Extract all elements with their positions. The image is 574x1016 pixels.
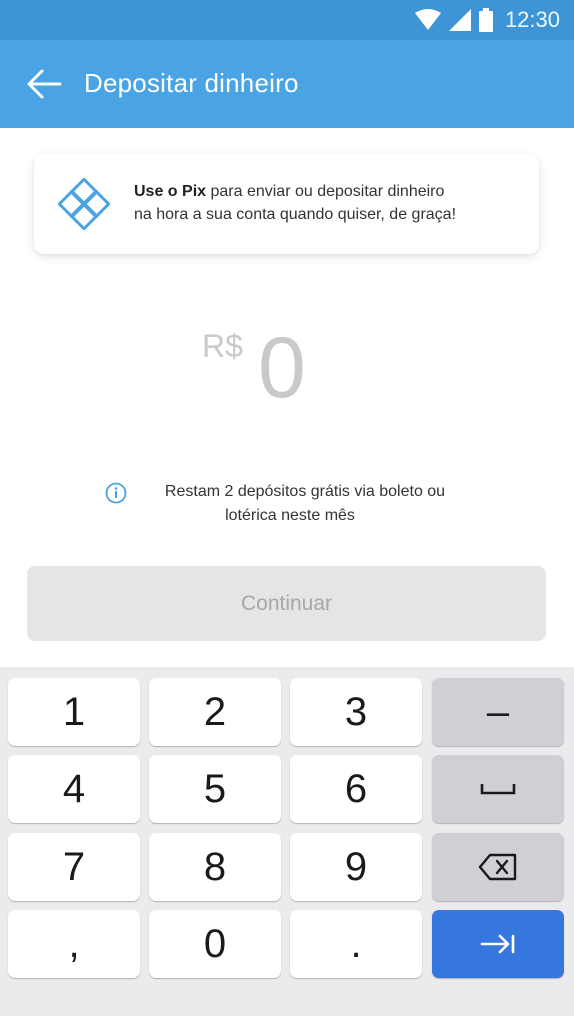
pix-info-bold: Use o Pix [134,183,207,200]
key-minus[interactable]: – [432,678,564,746]
pix-logo-icon [58,178,110,230]
key-9[interactable]: 9 [290,833,422,901]
key-4[interactable]: 4 [8,755,140,823]
backspace-icon [478,853,517,881]
key-2[interactable]: 2 [149,678,281,746]
key-0[interactable]: 0 [149,910,281,978]
amount-value: 0 [258,320,306,416]
key-8[interactable]: 8 [149,833,281,901]
amount-display: R$ 0 [0,318,574,418]
continue-button[interactable]: Continuar [27,566,546,641]
battery-icon [478,8,493,32]
key-period[interactable]: . [290,910,422,978]
status-time: 12:30 [504,7,560,32]
back-arrow-icon[interactable] [26,66,62,102]
key-1[interactable]: 1 [8,678,140,746]
info-icon [105,482,127,504]
key-5[interactable]: 5 [149,755,281,823]
notice-line2: lotérica neste mês [225,507,355,524]
status-bar: 12:30 [0,0,574,40]
currency-symbol: R$ [202,328,243,364]
notice-line1: Restam 2 depósitos grátis via boleto ou [164,483,446,500]
status-icons: 12:30 [414,6,560,34]
key-space[interactable] [432,755,564,823]
pix-info-text-rest: para enviar ou depositar dinheiro [206,183,445,200]
pix-info-card[interactable]: Use o Pix para enviar ou depositar dinhe… [34,154,539,254]
key-next[interactable] [432,910,564,978]
key-backspace[interactable] [432,833,564,901]
app-bar: Depositar dinheiro [0,40,574,128]
free-deposits-notice: Restam 2 depósitos grátis via boleto ou … [100,480,480,528]
key-comma[interactable]: , [8,910,140,978]
pix-info-line2: na hora a sua conta quando quiser, de gr… [134,206,457,223]
space-icon [480,784,516,795]
page-title: Depositar dinheiro [84,68,299,98]
key-6[interactable]: 6 [290,755,422,823]
signal-icon [448,9,471,31]
numeric-keyboard: 1 2 3 – 4 5 6 7 8 9 , 0 . [0,667,574,1016]
next-field-icon [480,934,515,954]
key-7[interactable]: 7 [8,833,140,901]
key-3[interactable]: 3 [290,678,422,746]
pix-info-text: Use o Pix para enviar ou depositar dinhe… [134,180,524,226]
wifi-icon [414,9,441,30]
